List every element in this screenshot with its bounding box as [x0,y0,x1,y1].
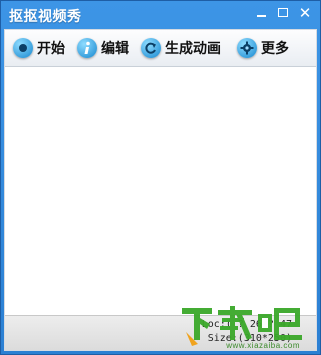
record-icon [13,38,33,58]
close-button[interactable]: ✕ [296,4,314,22]
refresh-icon [141,38,161,58]
window-title: 抠抠视频秀 [9,9,82,25]
edit-label: 编辑 [101,41,129,57]
edit-button[interactable]: 编辑 [73,33,133,63]
location-readout: Loc:( ? 26 ? 47 [201,319,292,330]
status-bar: Loc:( ? 26 ? 47 Size:(310*250) [5,315,316,350]
title-bar[interactable]: 抠抠视频秀 ✕ [1,1,320,29]
start-button[interactable]: 开始 [9,33,69,63]
gear-icon [237,38,257,58]
maximize-icon [278,8,288,17]
preview-canvas[interactable] [5,67,316,316]
more-label: 更多 [261,41,289,57]
toolbar: 开始 编辑 生成动画 更多 [5,30,316,67]
generate-animation-button[interactable]: 生成动画 [137,33,225,63]
generate-animation-label: 生成动画 [165,41,221,57]
app-window: 抠抠视频秀 ✕ 开始 编辑 生成动画 更多 Loc:(? 26 ? 47 Si… [0,0,321,355]
info-icon [77,38,97,58]
minimize-button[interactable] [252,4,270,22]
client-area: 开始 编辑 生成动画 更多 Loc:(? 26 ? 47 Size:(310*… [4,29,317,351]
more-button[interactable]: 更多 [233,33,293,63]
size-readout: Size:(310*250) [207,333,292,344]
start-label: 开始 [37,41,65,57]
window-controls: ✕ [252,4,314,22]
maximize-button[interactable] [274,4,292,22]
